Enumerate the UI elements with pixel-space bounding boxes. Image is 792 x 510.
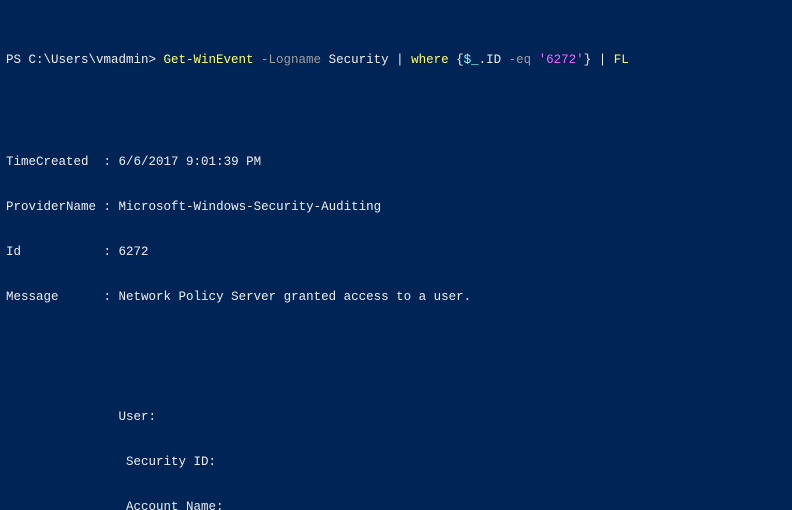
brace-open: { [456,53,464,67]
field-id: Id : 6272 [6,245,786,260]
section-user-title: User: [6,410,786,425]
field-timecreated: TimeCreated : 6/6/2017 9:01:39 PM [6,155,786,170]
user-account-name: Account Name: [6,500,786,510]
param-value: Security [329,53,397,67]
dollar-underscore: $_ [464,53,479,67]
string-literal: '6272' [539,53,584,67]
format-list: FL [614,53,629,67]
prompt-prefix: PS C:\Users\vmadmin> [6,53,164,67]
blank-line [6,350,786,365]
command-line[interactable]: PS C:\Users\vmadmin> Get-WinEvent -Logna… [6,53,786,68]
pipe: | [599,53,614,67]
output-block: TimeCreated : 6/6/2017 9:01:39 PM Provid… [6,125,786,510]
field-message: Message : Network Policy Server granted … [6,290,786,305]
param-flag: -Logname [254,53,329,67]
field-providername: ProviderName : Microsoft-Windows-Securit… [6,200,786,215]
brace-close: } [584,53,599,67]
powershell-terminal[interactable]: PS C:\Users\vmadmin> Get-WinEvent -Logna… [0,0,792,510]
cmdlet: Get-WinEvent [164,53,254,67]
pipe: | [396,53,411,67]
where-keyword: where [411,53,456,67]
dash-eq: -eq [509,53,539,67]
user-security-id: Security ID: [6,455,786,470]
dot-id: .ID [479,53,509,67]
